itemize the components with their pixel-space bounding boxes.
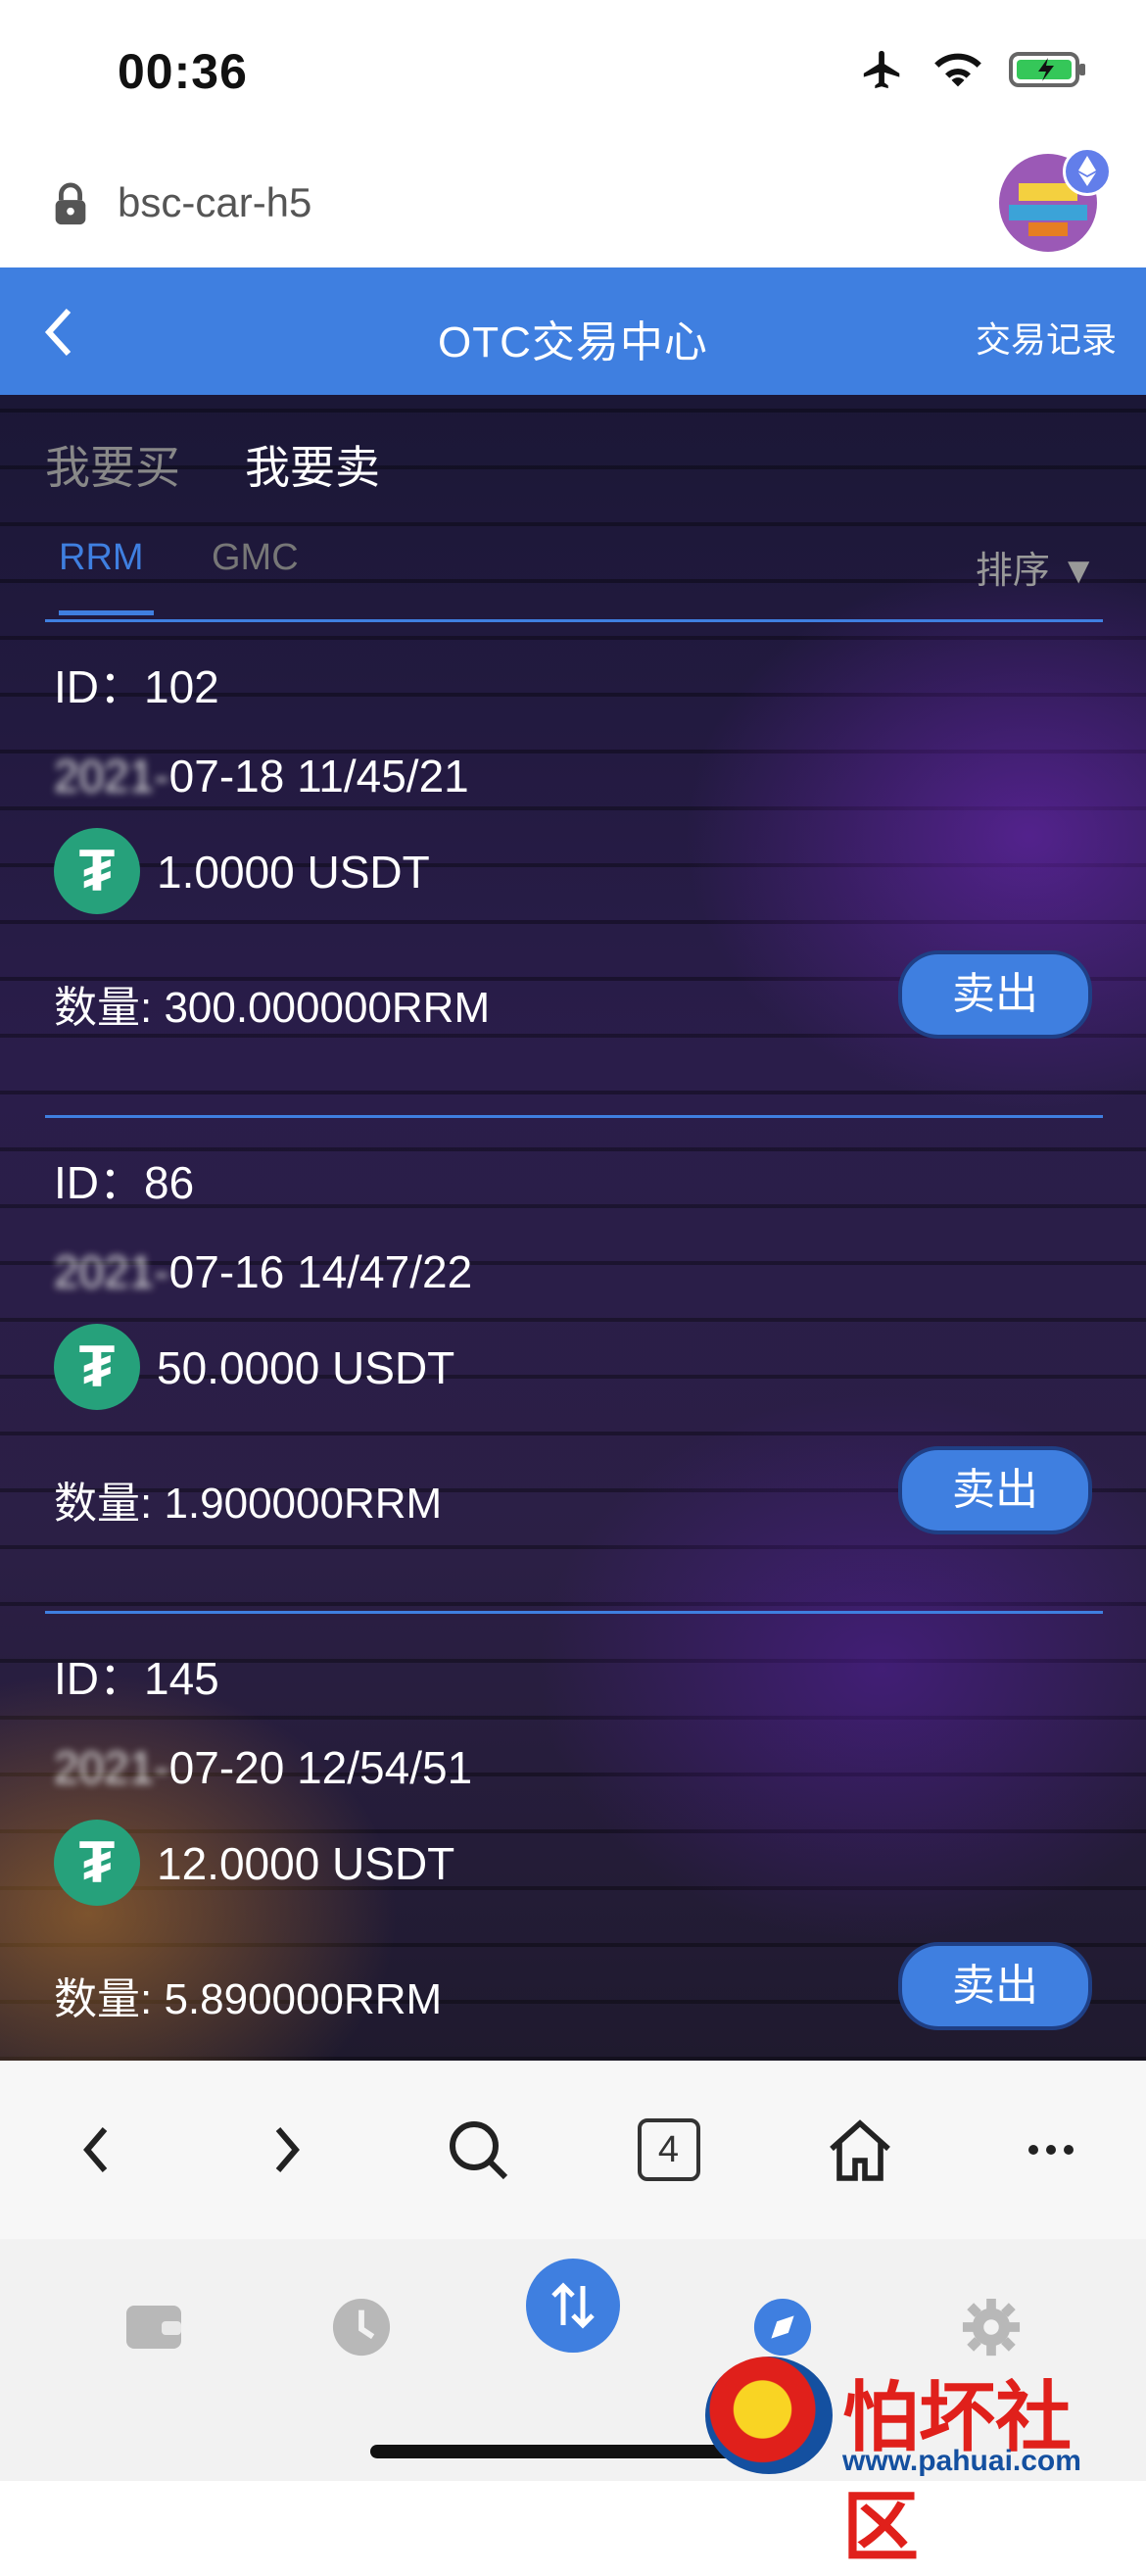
url-text[interactable]: bsc-car-h5	[118, 179, 311, 226]
order-card: ID：102 2021-07-18 11/45/21 ₮ 1.0000 USDT…	[0, 622, 1146, 1117]
order-price: 50.0000 USDT	[157, 1342, 455, 1393]
order-id: ID：145	[54, 1653, 219, 1704]
usdt-icon: ₮	[54, 828, 140, 914]
usdt-icon: ₮	[54, 1324, 140, 1410]
ethereum-icon	[1063, 147, 1112, 196]
order-card: ID：145 2021-07-20 12/54/51 ₮ 12.0000 USD…	[0, 1614, 1146, 2061]
nav-history[interactable]	[312, 2278, 410, 2376]
clock-icon	[332, 2298, 391, 2357]
page-header: OTC交易中心 交易记录	[0, 267, 1146, 395]
lock-icon	[55, 182, 86, 225]
sort-dropdown[interactable]: 排序 ▼	[976, 540, 1097, 594]
compass-icon	[753, 2298, 812, 2357]
subtab-active-indicator	[59, 610, 154, 615]
page-title: OTC交易中心	[438, 318, 708, 366]
nav-wallet[interactable]	[105, 2278, 203, 2376]
gear-icon	[962, 2298, 1021, 2357]
chevron-right-icon	[275, 2127, 300, 2172]
order-date: 2021-07-20 12/54/51	[54, 1741, 472, 1794]
more-icon	[1027, 2145, 1074, 2155]
browser-search-button[interactable]	[419, 2091, 537, 2209]
order-quantity: 数量: 300.000000RRM	[54, 984, 491, 1032]
chevron-left-icon	[82, 2127, 107, 2172]
battery-icon	[1009, 52, 1085, 87]
sell-button[interactable]: 卖出	[898, 1942, 1092, 2030]
otc-main: 我要买 我要卖 RRM GMC 排序 ▼ ID：102 2021-07-18 1…	[0, 395, 1146, 2061]
tab-buy[interactable]: 我要买	[45, 432, 180, 497]
subtab-gmc[interactable]: GMC	[212, 537, 299, 579]
status-time: 00:36	[118, 44, 248, 99]
order-date-text: 07-16 14/47/22	[168, 1246, 473, 1297]
watermark-logo: 怕坏社区 www.pahuai.com	[695, 2357, 1146, 2572]
order-quantity: 数量: 1.900000RRM	[54, 1480, 443, 1528]
order-date-text: 07-18 11/45/21	[168, 751, 469, 802]
order-date-text: 07-20 12/54/51	[168, 1742, 473, 1793]
order-price: 1.0000 USDT	[157, 847, 430, 898]
wifi-icon	[934, 53, 981, 87]
status-bar: 00:36	[0, 0, 1146, 142]
order-date: 2021-07-16 14/47/22	[54, 1245, 472, 1298]
browser-url-bar[interactable]: bsc-car-h5	[0, 142, 1146, 267]
subtab-rrm[interactable]: RRM	[59, 537, 144, 579]
browser-forward-button[interactable]	[228, 2091, 346, 2209]
wallet-icon	[126, 2306, 181, 2349]
browser-toolbar: 4	[0, 2061, 1146, 2239]
sell-button[interactable]: 卖出	[898, 1446, 1092, 1534]
airplane-icon	[863, 50, 900, 89]
order-date-redacted: 2021-	[54, 751, 169, 802]
trade-history-link[interactable]: 交易记录	[976, 312, 1117, 363]
tabs-count-icon: 4	[637, 2118, 700, 2181]
browser-home-button[interactable]	[801, 2091, 919, 2209]
wallet-bottom-nav: 怕坏社区 www.pahuai.com	[0, 2239, 1146, 2572]
usdt-icon: ₮	[54, 1820, 140, 1906]
browser-back-button[interactable]	[37, 2091, 155, 2209]
sell-button[interactable]: 卖出	[898, 950, 1092, 1039]
browser-more-button[interactable]	[992, 2091, 1110, 2209]
nav-trade[interactable]	[526, 2259, 620, 2353]
order-id: ID：86	[54, 1157, 195, 1208]
order-card: ID：86 2021-07-16 14/47/22 ₮ 50.0000 USDT…	[0, 1118, 1146, 1613]
order-date-redacted: 2021-	[54, 1742, 169, 1793]
order-date-redacted: 2021-	[54, 1246, 169, 1297]
order-quantity: 数量: 5.890000RRM	[54, 1975, 443, 2023]
watermark-fish-icon	[705, 2357, 833, 2474]
search-icon	[449, 2121, 507, 2180]
swap-icon	[551, 2282, 595, 2329]
home-icon	[829, 2119, 890, 2181]
order-date: 2021-07-18 11/45/21	[54, 750, 469, 802]
browser-tabs-button[interactable]: 4	[610, 2091, 728, 2209]
order-id: ID：102	[54, 661, 219, 712]
status-icons	[858, 47, 1087, 92]
order-price: 12.0000 USDT	[157, 1838, 455, 1889]
tab-sell[interactable]: 我要卖	[245, 432, 380, 497]
watermark-url: www.pahuai.com	[842, 2445, 1081, 2477]
